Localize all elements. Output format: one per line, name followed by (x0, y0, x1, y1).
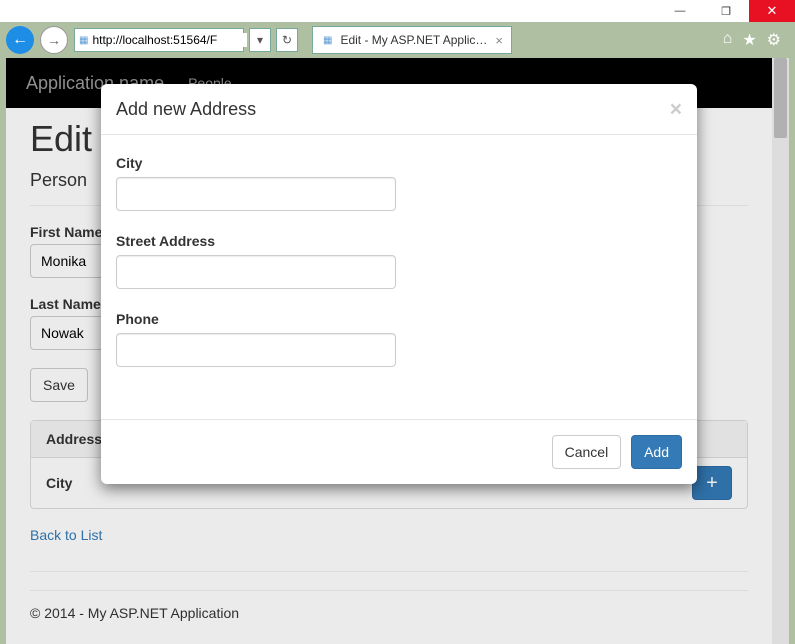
browser-right-controls: ⌂ ★ ⚙ (723, 30, 789, 50)
browser-toolbar: ← → ▦ ▾ ↻ ▦ Edit - My ASP.NET Applicat..… (0, 22, 795, 58)
chevron-down-icon: ▾ (257, 33, 263, 47)
address-dropdown-button[interactable]: ▾ (249, 28, 271, 52)
window-maximize-button[interactable]: ❐ (703, 0, 749, 22)
modal-city-input[interactable] (116, 177, 396, 211)
favorites-icon[interactable]: ★ (742, 30, 756, 50)
home-icon[interactable]: ⌂ (723, 30, 733, 50)
modal-phone-input[interactable] (116, 333, 396, 367)
modal-footer: Cancel Add (101, 419, 697, 484)
modal-phone-label: Phone (116, 311, 682, 327)
browser-tab[interactable]: ▦ Edit - My ASP.NET Applicat... × (312, 26, 512, 54)
tab-title: Edit - My ASP.NET Applicat... (340, 33, 489, 47)
add-address-modal: Add new Address × City Street Address Ph… (101, 84, 697, 484)
page-viewport: Application name People Edit Person Firs… (6, 58, 789, 644)
tab-close-button[interactable]: × (495, 33, 503, 48)
modal-title: Add new Address (116, 99, 256, 120)
modal-city-label: City (116, 155, 682, 171)
forward-button[interactable]: → (40, 26, 68, 54)
arrow-left-icon: ← (12, 31, 28, 49)
page-icon: ▦ (79, 33, 88, 47)
refresh-button[interactable]: ↻ (276, 28, 298, 52)
arrow-right-icon: → (47, 32, 61, 48)
window-minimize-button[interactable]: — (657, 0, 703, 22)
window-close-button[interactable]: ✕ (749, 0, 795, 22)
modal-street-input[interactable] (116, 255, 396, 289)
back-button[interactable]: ← (6, 26, 34, 54)
window-titlebar: — ❐ ✕ (0, 0, 795, 22)
modal-street-label: Street Address (116, 233, 682, 249)
tab-page-icon: ▦ (321, 33, 334, 47)
modal-cancel-button[interactable]: Cancel (552, 435, 622, 469)
modal-add-button[interactable]: Add (631, 435, 682, 469)
refresh-icon: ↻ (282, 33, 292, 47)
url-input[interactable] (92, 33, 247, 47)
modal-body: City Street Address Phone (101, 135, 697, 419)
settings-gear-icon[interactable]: ⚙ (767, 30, 781, 50)
modal-close-button[interactable]: × (670, 99, 682, 120)
modal-header: Add new Address × (101, 84, 697, 135)
address-bar[interactable]: ▦ (74, 28, 244, 52)
